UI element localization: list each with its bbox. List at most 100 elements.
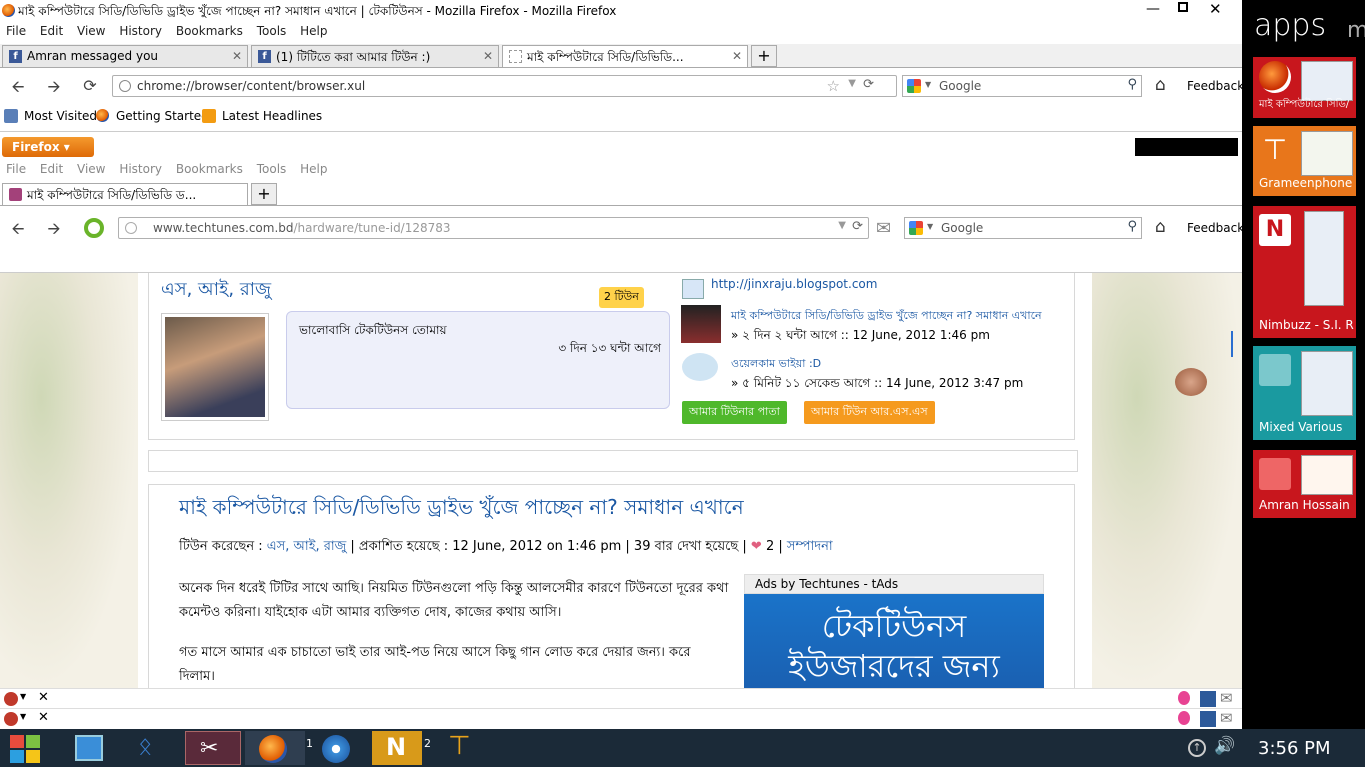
maximize-icon[interactable] [1178, 2, 1188, 12]
tab-tt-tune[interactable]: f (1) টিটিতে করা আমার টিউন :) ✕ [251, 45, 499, 67]
adblock-icon[interactable] [4, 692, 18, 706]
meta-author-link[interactable]: এস, আই, রাজু [267, 539, 346, 554]
ad-line-2: ইউজারদের জন্য [788, 647, 1000, 685]
inner-url-bar[interactable]: www.techtunes.com.bd/hardware/tune-id/12… [118, 217, 869, 239]
menu-edit[interactable]: Edit [40, 24, 63, 38]
app-tile-amran-hossain[interactable]: Amran Hossain [1253, 450, 1356, 518]
back-arrow-icon[interactable]: 🡨 [8, 218, 28, 245]
mail-icon[interactable]: ✉ [876, 218, 891, 239]
mail-icon[interactable]: ✉ [1220, 709, 1233, 727]
menu-file[interactable]: File [6, 24, 26, 38]
grameenphone-icon[interactable]: ⊤ [448, 731, 471, 761]
bookmark-most-visited[interactable]: Most Visited [24, 109, 97, 123]
home-icon[interactable]: ⌂ [1155, 217, 1166, 237]
firefox-icon [2, 4, 15, 17]
nimbuzz-taskbar-button[interactable]: N [372, 731, 422, 765]
menu-tools[interactable]: Tools [257, 24, 287, 38]
dropdown-arrow-icon[interactable]: ▼ [925, 80, 931, 89]
tab-current-article[interactable]: মাই কম্পিউটারে সিডি/ডিভিডি... ✕ [502, 45, 748, 67]
star-icon[interactable]: ☆ [827, 77, 840, 95]
tab-current-article[interactable]: মাই কম্পিউটারে সিডি/ডিভিডি ড... [2, 183, 248, 205]
new-tab-button[interactable]: + [251, 183, 277, 205]
bluetooth-icon[interactable]: ᛟ [138, 732, 152, 760]
refresh-icon[interactable]: ⟳ [863, 77, 874, 92]
menu-edit[interactable]: Edit [40, 162, 63, 176]
menu-bookmarks[interactable]: Bookmarks [176, 162, 243, 176]
tuner-page-button[interactable]: আমার টিউনার পাতা [682, 401, 787, 424]
safari-icon[interactable] [322, 735, 350, 763]
article-title[interactable]: মাই কম্পিউটারে সিডি/ডিভিডি ড্রাইভ খুঁজে … [179, 493, 744, 526]
tab-amran-messaged[interactable]: f Amran messaged you ✕ [2, 45, 248, 67]
app-tile-grameenphone[interactable]: ⊤ Grameenphone [1253, 126, 1356, 196]
home-icon[interactable]: ⌂ [1155, 75, 1166, 95]
menu-view[interactable]: View [77, 162, 105, 176]
tab-close-icon[interactable]: ✕ [732, 49, 742, 63]
outer-tab-strip: f Amran messaged you ✕ f (1) টিটিতে করা … [0, 44, 1242, 68]
inner-search-box[interactable]: ▼ Google ⚲ [904, 217, 1142, 239]
url-text: chrome://browser/content/browser.xul [137, 79, 366, 93]
window-thumbnail [1301, 61, 1353, 101]
app-tile-mixed-various[interactable]: Mixed Various [1253, 346, 1356, 440]
menu-file[interactable]: File [6, 162, 26, 176]
back-arrow-icon[interactable]: 🡨 [8, 76, 28, 103]
clock[interactable]: 3:56 PM [1258, 738, 1331, 759]
feedback-button[interactable]: Feedback [1187, 221, 1244, 235]
author-website-link[interactable]: http://jinxraju.blogspot.com [711, 277, 877, 291]
volume-icon[interactable]: 🔊 [1214, 736, 1235, 756]
close-icon[interactable]: ✕ [38, 710, 49, 725]
tune-thumbnail[interactable] [681, 305, 721, 343]
menu-help[interactable]: Help [300, 24, 327, 38]
app-tile-nimbuzz[interactable]: N Nimbuzz - S.I. R [1253, 206, 1356, 338]
menu-bookmarks[interactable]: Bookmarks [176, 24, 243, 38]
firefox-taskbar-button[interactable] [245, 731, 305, 765]
scroll-indicator[interactable] [1231, 331, 1233, 357]
firefox-menu-button[interactable]: Firefox ▾ [2, 137, 94, 157]
ad-banner[interactable]: টেকটিউনস ইউজারদের জন্য [744, 594, 1044, 688]
dropdown-arrow-icon[interactable]: ▼ [848, 78, 856, 89]
close-icon[interactable]: ✕ [1209, 0, 1222, 18]
menu-tools[interactable]: Tools [257, 162, 287, 176]
close-icon[interactable]: ✕ [38, 690, 49, 705]
snipping-tool-taskbar-button[interactable]: ✂ [185, 731, 241, 765]
addon-bar-1: ▼ ✕ ✉ [0, 688, 1242, 708]
search-icon[interactable]: ⚲ [1127, 219, 1137, 234]
feedback-button[interactable]: Feedback [1187, 79, 1244, 93]
addon-icon[interactable] [1200, 691, 1216, 707]
dropdown-arrow-icon[interactable]: ▼ [20, 692, 26, 701]
recent-comment-link[interactable]: ওয়েলকাম ভাইয়া :D [731, 355, 821, 374]
tab-close-icon[interactable]: ✕ [483, 49, 493, 63]
menu-view[interactable]: View [77, 24, 105, 38]
app-tile-firefox[interactable]: মাই কম্পিউটারে সিডি/ [1253, 57, 1356, 118]
dropdown-arrow-icon[interactable]: ▼ [927, 222, 933, 231]
new-tab-button[interactable]: + [751, 45, 777, 67]
rss-button[interactable]: আমার টিউন আর.এস.এস [804, 401, 935, 424]
dropdown-arrow-icon[interactable]: ▼ [20, 712, 26, 721]
show-hidden-icons-icon[interactable]: ↑ [1188, 739, 1206, 757]
outer-search-box[interactable]: ▼ Google ⚲ [902, 75, 1142, 97]
minimize-icon[interactable]: — [1146, 1, 1160, 17]
search-placeholder: Google [941, 221, 984, 235]
forward-arrow-icon[interactable]: 🡪 [44, 218, 64, 245]
outer-url-bar[interactable]: chrome://browser/content/browser.xul ☆ ▼… [112, 75, 916, 97]
tab-close-icon[interactable]: ✕ [232, 49, 242, 63]
start-windows-icon[interactable] [10, 735, 40, 763]
menu-help[interactable]: Help [300, 162, 327, 176]
bookmark-getting-started[interactable]: Getting Started [116, 109, 209, 123]
mail-icon[interactable]: ✉ [1220, 689, 1233, 707]
menu-history[interactable]: History [119, 162, 162, 176]
bookmark-latest-headlines[interactable]: Latest Headlines [222, 109, 322, 123]
edit-link[interactable]: সম্পাদনা [787, 539, 833, 554]
adblock-icon[interactable] [4, 712, 18, 726]
addon-icon[interactable] [1200, 711, 1216, 727]
explorer-icon[interactable] [75, 735, 103, 761]
menu-history[interactable]: History [119, 24, 162, 38]
author-name[interactable]: এস, আই, রাজু [161, 275, 271, 306]
heart-icon[interactable]: ❤ [751, 539, 762, 554]
dropdown-arrow-icon[interactable]: ▼ [838, 220, 846, 231]
search-icon[interactable]: ⚲ [1127, 77, 1137, 92]
forward-arrow-icon[interactable]: 🡪 [44, 76, 64, 103]
refresh-icon[interactable]: ⟳ [852, 219, 863, 234]
recent-tune-link[interactable]: মাই কম্পিউটারে সিডি/ডিভিডি ড্রাইভ খুঁজে … [731, 307, 1042, 326]
reload-spinner-icon[interactable]: ⟳ [80, 76, 100, 95]
avatar[interactable] [161, 313, 269, 421]
